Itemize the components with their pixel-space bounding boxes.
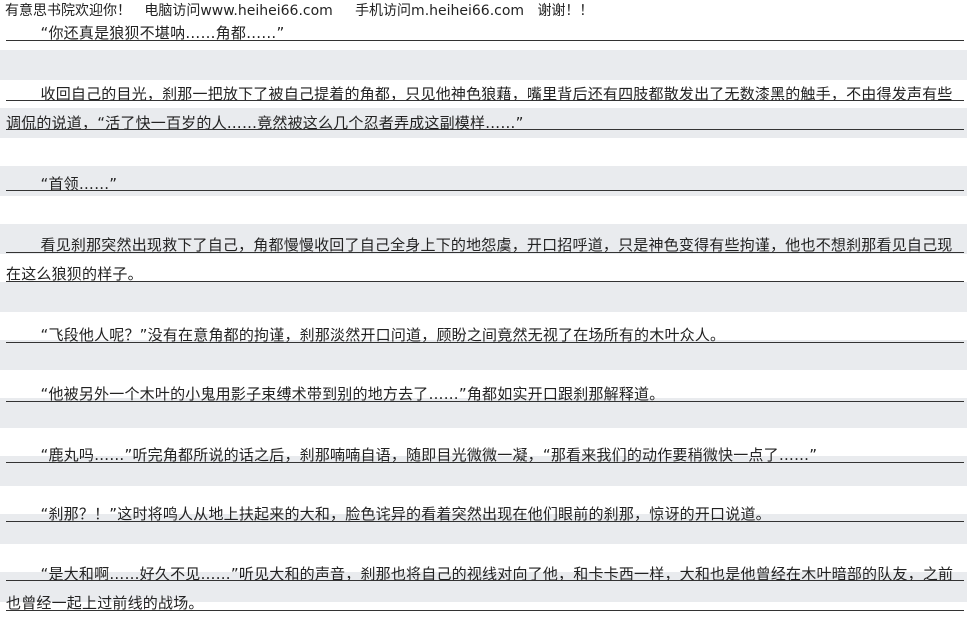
paragraph-underline <box>6 190 964 191</box>
paragraph-underline <box>6 129 964 130</box>
paragraph-underline <box>6 580 964 581</box>
paragraph: “鹿丸吗……”听完角都所说的话之后，刹那喃喃自语，随即目光微微一凝，“那看来我们… <box>40 446 818 464</box>
paragraph: “他被另外一个木叶的小鬼用影子束缚术带到别的地方去了……”角都如实开口跟刹那解释… <box>40 385 665 403</box>
banner-pc-link[interactable]: 电脑访问www.heihei66.com <box>144 3 332 19</box>
banner-thanks: 谢谢！！ <box>537 3 594 19</box>
paragraph-underline <box>6 462 964 463</box>
chapter-page: “你还真是狼狈不堪呐……角都……” 收回自己的目光，刹那一把放下了被自己提着的角… <box>0 22 967 619</box>
paragraph: “你还真是狼狈不堪呐……角都……” <box>40 24 285 42</box>
paragraph-underline <box>6 40 964 41</box>
paragraph-underline <box>6 342 964 343</box>
site-banner: 有意思书院欢迎你！ 电脑访问www.heihei66.com 手机访问m.hei… <box>0 0 967 22</box>
paragraph-underline <box>6 252 964 253</box>
paragraph: “首领……” <box>40 175 118 193</box>
banner-mobile-link[interactable]: 手机访问m.heihei66.com <box>355 3 524 19</box>
paragraph-underline <box>6 521 964 522</box>
paragraph-underline <box>6 100 964 101</box>
paragraph-underline <box>6 281 964 282</box>
paragraph: “刹那？！”这时将鸣人从地上扶起来的大和，脸色诧异的看着突然出现在他们眼前的刹那… <box>40 505 771 523</box>
paragraph-underline <box>6 401 964 402</box>
banner-welcome: 有意思书院欢迎你！ <box>5 3 131 19</box>
paragraph: “飞段他人呢？”没有在意角都的拘谨，刹那淡然开口问道，顾盼之间竟然无视了在场所有… <box>40 326 726 344</box>
paragraph-underline <box>6 610 964 611</box>
